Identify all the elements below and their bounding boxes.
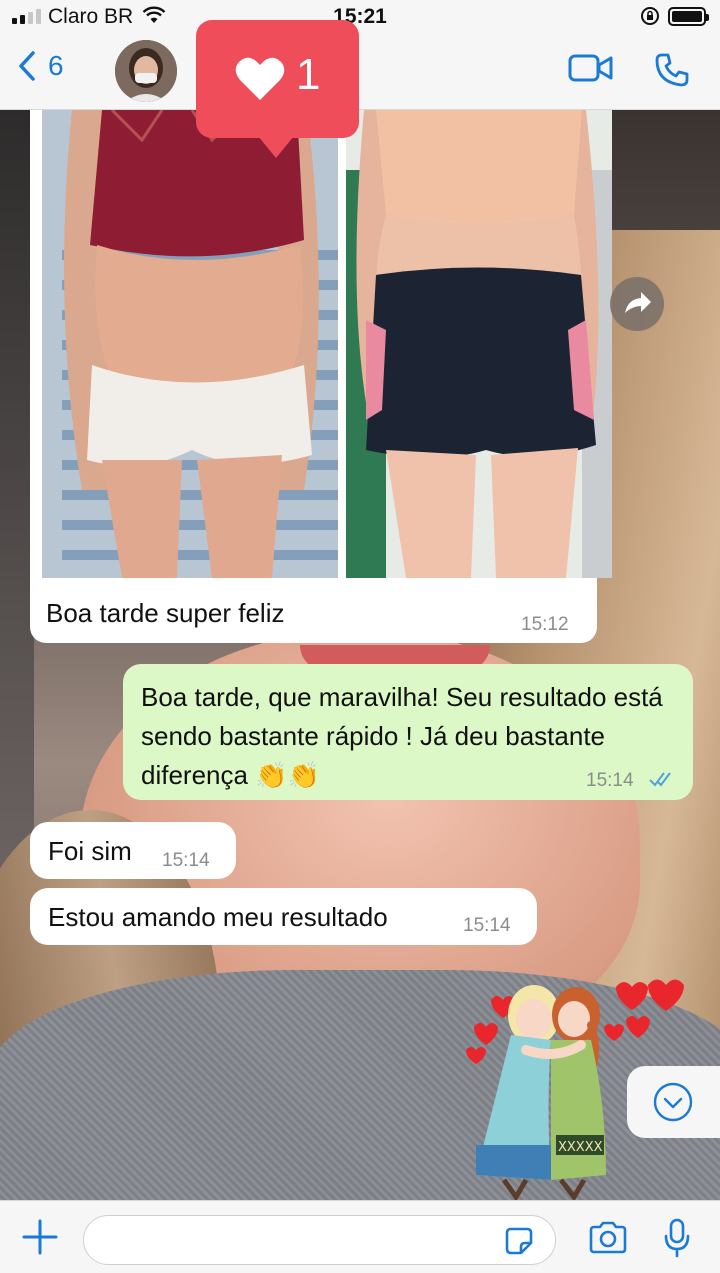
input-bar xyxy=(0,1200,720,1273)
message-time: 15:14 xyxy=(586,770,634,791)
message-text: Boa tarde, que maravilha! Seu resultado … xyxy=(141,682,663,790)
message-time: 15:14 xyxy=(463,915,511,936)
unread-count: 6 xyxy=(48,50,64,81)
status-bar: Claro BR 15:21 xyxy=(0,0,720,34)
chat-header: 6 xyxy=(0,34,720,110)
camera-icon[interactable] xyxy=(588,1221,628,1260)
message-time: 15:12 xyxy=(521,614,569,635)
video-call-icon[interactable] xyxy=(568,52,614,93)
message-input[interactable] xyxy=(83,1215,556,1265)
message-time: 15:14 xyxy=(162,850,210,871)
phone-icon[interactable] xyxy=(654,52,690,93)
before-photo[interactable] xyxy=(42,110,338,578)
share-button[interactable] xyxy=(610,277,664,331)
plus-icon[interactable] xyxy=(20,1217,60,1262)
rotation-lock-icon xyxy=(640,6,660,32)
status-time: 15:21 xyxy=(333,5,387,28)
scroll-down-button[interactable] xyxy=(627,1066,720,1138)
back-chevron-icon xyxy=(19,51,35,81)
back-button[interactable]: 6 xyxy=(18,50,64,82)
image-message[interactable]: Boa tarde super feliz 15:12 xyxy=(30,110,612,643)
like-notification[interactable]: 1 xyxy=(196,20,359,158)
share-icon xyxy=(625,292,651,313)
microphone-icon[interactable] xyxy=(663,1218,691,1263)
sticker-icon[interactable] xyxy=(503,1225,535,1262)
chevron-down-icon xyxy=(653,1082,693,1122)
like-count: 1 xyxy=(296,50,321,99)
heart-icon xyxy=(235,57,285,100)
battery-icon xyxy=(668,7,709,26)
image-caption: Boa tarde super feliz xyxy=(46,598,285,628)
read-receipt-icon xyxy=(648,770,674,793)
message-text: Estou amando meu resultado xyxy=(48,902,388,932)
svg-text:XXXXX: XXXXX xyxy=(558,1140,603,1155)
contact-avatar[interactable] xyxy=(115,40,177,102)
message-text: Foi sim xyxy=(48,836,132,866)
incoming-message[interactable]: Estou amando meu resultado xyxy=(30,888,537,945)
after-photo[interactable] xyxy=(346,110,612,578)
